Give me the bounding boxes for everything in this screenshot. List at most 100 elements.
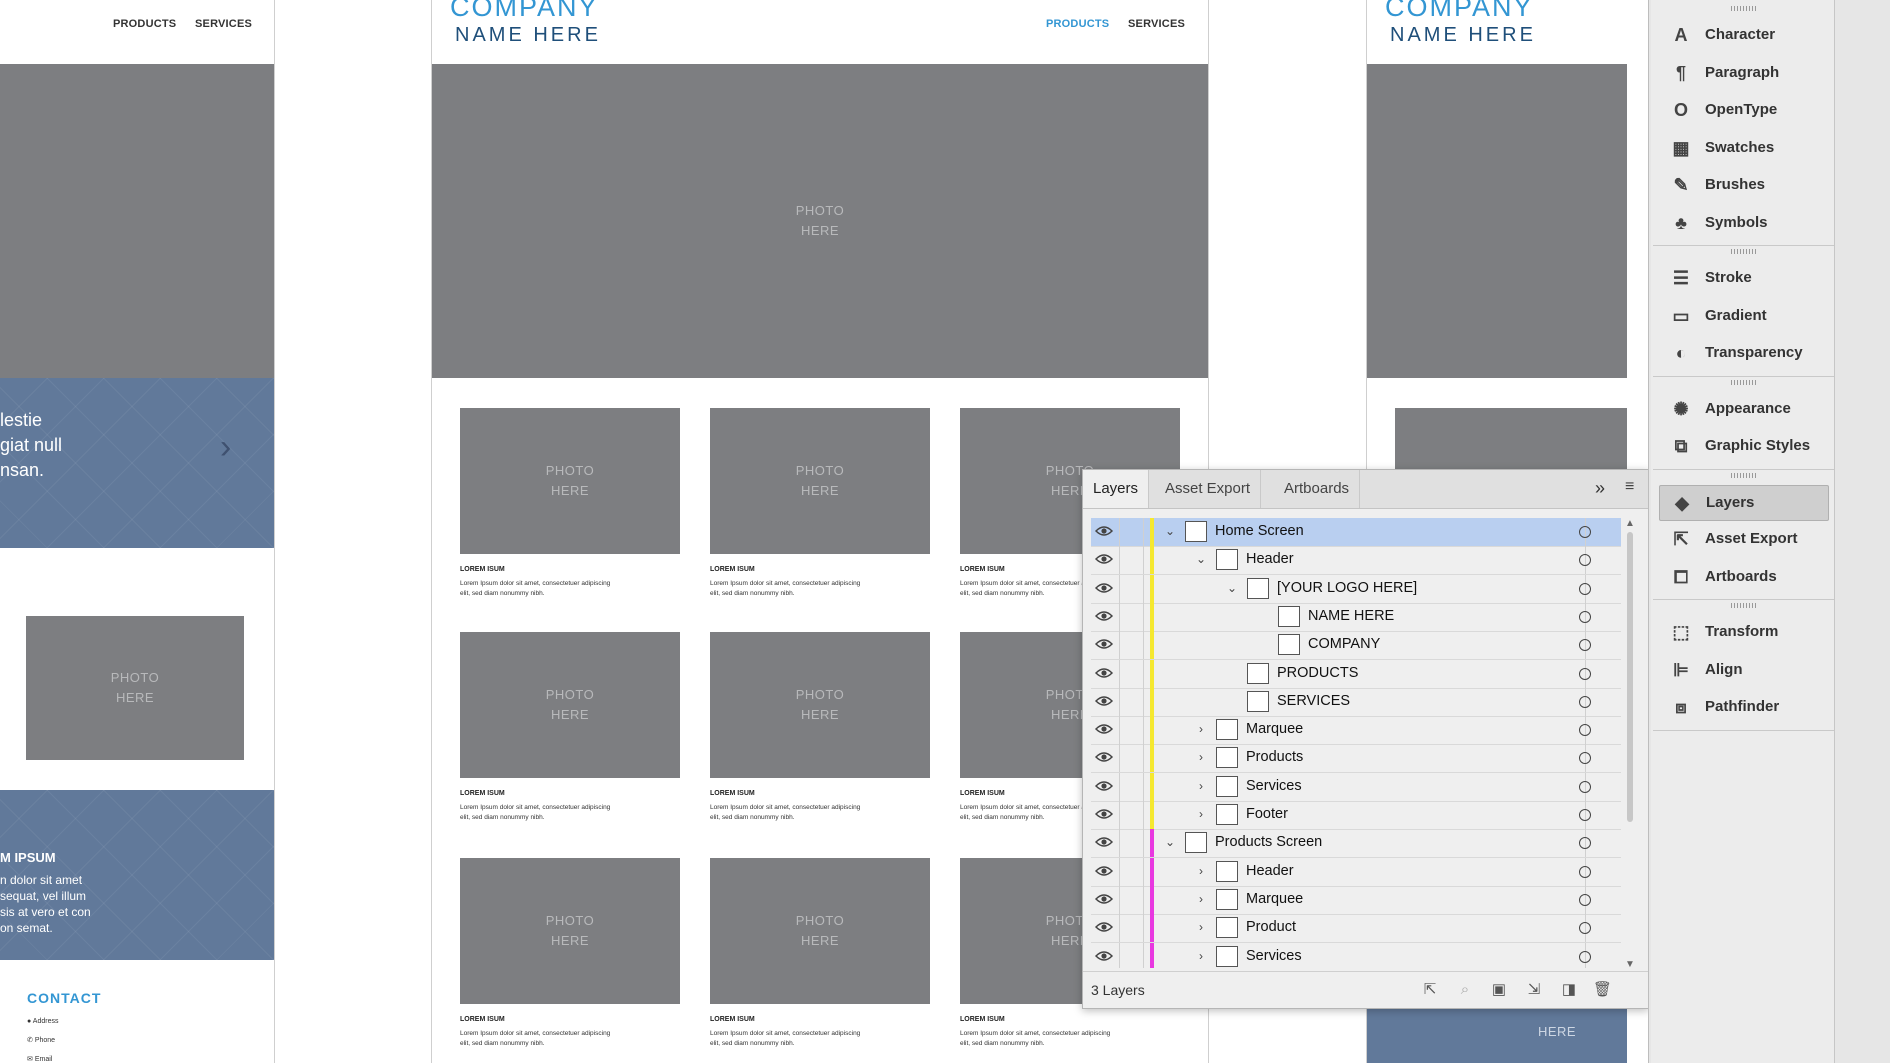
clipping-mask-icon[interactable]: ▣ xyxy=(1490,982,1508,998)
artboard-left[interactable]: PRODUCTS SERVICES lestie giat null nsan.… xyxy=(0,0,275,1063)
eye-icon[interactable] xyxy=(1094,920,1114,934)
target-circle-icon[interactable] xyxy=(1579,752,1591,765)
layer-name[interactable]: Header xyxy=(1246,551,1294,567)
eye-icon[interactable] xyxy=(1094,552,1114,566)
layer-name[interactable]: Home Screen xyxy=(1215,523,1304,539)
chevron-down-icon[interactable]: ⌄ xyxy=(1225,581,1239,595)
dock-item-character[interactable]: A Character xyxy=(1665,18,1833,52)
layer-name[interactable]: Product xyxy=(1246,919,1296,935)
layer-name[interactable]: Products Screen xyxy=(1215,834,1322,850)
dock-item-swatches[interactable]: ▦ Swatches xyxy=(1665,131,1833,165)
target-circle-icon[interactable] xyxy=(1579,922,1591,935)
nav-services[interactable]: SERVICES xyxy=(1128,18,1185,30)
eye-icon[interactable] xyxy=(1094,779,1114,793)
dock-item-paragraph[interactable]: ¶ Paragraph xyxy=(1665,56,1833,90)
dock-item-pathfinder[interactable]: ⧈ Pathfinder xyxy=(1665,690,1833,724)
target-circle-icon[interactable] xyxy=(1579,610,1591,623)
layer-name[interactable]: Footer xyxy=(1246,806,1288,822)
layer-row[interactable]: ⌄ Products Screen xyxy=(1091,829,1621,859)
chevron-down-icon[interactable]: ⌄ xyxy=(1163,835,1177,849)
panel-group-grip[interactable] xyxy=(1731,249,1757,254)
layer-row[interactable]: › Product xyxy=(1091,914,1621,944)
layer-name[interactable]: Marquee xyxy=(1246,891,1303,907)
layer-name[interactable]: Products xyxy=(1246,749,1303,765)
chevron-right-icon[interactable]: › xyxy=(1194,864,1208,878)
layer-name[interactable]: COMPANY xyxy=(1308,636,1380,652)
layer-row[interactable]: › Header xyxy=(1091,857,1621,887)
layer-list[interactable]: ⌄ Home Screen ⌄ Header ⌄ [YOUR LOGO HERE] NAME… xyxy=(1091,518,1621,968)
target-circle-icon[interactable] xyxy=(1579,526,1591,538)
layer-name[interactable]: SERVICES xyxy=(1277,693,1350,709)
dock-item-brushes[interactable]: ✎ Brushes xyxy=(1665,168,1833,202)
layer-row[interactable]: › Products xyxy=(1091,744,1621,774)
eye-icon[interactable] xyxy=(1094,609,1114,623)
chevron-right-icon[interactable]: › xyxy=(1194,920,1208,934)
chevron-right-icon[interactable]: › xyxy=(1194,722,1208,736)
layer-name[interactable]: PRODUCTS xyxy=(1277,665,1358,681)
eye-icon[interactable] xyxy=(1094,807,1114,821)
layer-name[interactable]: [YOUR LOGO HERE] xyxy=(1277,580,1417,596)
layer-row[interactable]: SERVICES xyxy=(1091,687,1621,717)
panel-group-grip[interactable] xyxy=(1731,472,1757,478)
tab-layers[interactable]: Layers xyxy=(1083,470,1150,508)
layer-name[interactable]: NAME HERE xyxy=(1308,608,1394,624)
nav-products[interactable]: PRODUCTS xyxy=(1046,18,1109,30)
chevron-right-icon[interactable]: › xyxy=(220,428,231,467)
eye-icon[interactable] xyxy=(1094,581,1114,595)
target-circle-icon[interactable] xyxy=(1579,809,1591,821)
chevron-right-icon[interactable]: › xyxy=(1194,807,1208,821)
layer-name[interactable]: Header xyxy=(1246,863,1294,879)
layer-row[interactable]: ⌄ [YOUR LOGO HERE] xyxy=(1091,574,1621,604)
layer-row[interactable]: › Services xyxy=(1091,772,1621,802)
dock-item-asset-export[interactable]: ⇱ Asset Export xyxy=(1665,522,1833,556)
dock-item-layers[interactable]: ◆ Layers xyxy=(1659,484,1829,521)
target-circle-icon[interactable] xyxy=(1579,695,1591,708)
new-sublayer-icon[interactable]: ⇲ xyxy=(1525,982,1543,998)
trash-icon[interactable]: 🗑 xyxy=(1593,982,1612,998)
target-circle-icon[interactable] xyxy=(1579,554,1591,567)
layer-name[interactable]: Marquee xyxy=(1246,721,1303,737)
target-circle-icon[interactable] xyxy=(1579,724,1591,737)
target-circle-icon[interactable] xyxy=(1579,667,1591,680)
eye-icon[interactable] xyxy=(1094,835,1114,849)
target-circle-icon[interactable] xyxy=(1579,582,1591,595)
layer-row[interactable]: PRODUCTS xyxy=(1091,659,1621,689)
dock-item-artboards[interactable]: ⧠ Artboards xyxy=(1665,560,1833,594)
tab-artboards[interactable]: Artboards xyxy=(1274,470,1361,508)
dock-item-opentype[interactable]: O OpenType xyxy=(1665,93,1833,127)
target-circle-icon[interactable] xyxy=(1579,950,1591,963)
target-circle-icon[interactable] xyxy=(1579,865,1591,878)
collapse-panel-icon[interactable]: » xyxy=(1595,478,1605,499)
eye-icon[interactable] xyxy=(1094,722,1114,736)
eye-icon[interactable] xyxy=(1094,949,1114,963)
locate-object-icon[interactable]: ⌕ xyxy=(1456,982,1474,998)
new-layer-icon[interactable]: ◨ xyxy=(1560,982,1578,998)
target-circle-icon[interactable] xyxy=(1579,837,1591,850)
layer-row[interactable]: ⌄ Header xyxy=(1091,546,1621,576)
panel-group-grip[interactable] xyxy=(1731,379,1757,385)
target-circle-icon[interactable] xyxy=(1579,639,1591,652)
layer-row[interactable]: NAME HERE xyxy=(1091,602,1621,632)
panel-group-grip[interactable] xyxy=(1731,603,1757,608)
eye-icon[interactable] xyxy=(1094,864,1114,878)
panel-menu-icon[interactable]: ≡ xyxy=(1625,478,1634,496)
panel-group-grip[interactable] xyxy=(1731,6,1757,11)
chevron-right-icon[interactable]: › xyxy=(1194,779,1208,793)
layer-row[interactable]: › Marquee xyxy=(1091,885,1621,915)
chevron-down-icon[interactable]: ⌄ xyxy=(1163,524,1177,538)
layer-name[interactable]: Services xyxy=(1246,948,1302,964)
tab-asset-export[interactable]: Asset Export xyxy=(1155,470,1262,508)
eye-icon[interactable] xyxy=(1094,637,1114,651)
dock-item-stroke[interactable]: ☰ Stroke xyxy=(1665,261,1833,295)
layer-row[interactable]: › Footer xyxy=(1091,801,1621,830)
chevron-right-icon[interactable]: › xyxy=(1194,949,1208,963)
target-circle-icon[interactable] xyxy=(1579,893,1591,906)
dock-item-gradient[interactable]: ▭ Gradient xyxy=(1665,299,1833,333)
layer-row[interactable]: ⌄ Home Screen xyxy=(1091,518,1621,547)
export-icon[interactable]: ⇱ xyxy=(1421,982,1439,998)
chevron-right-icon[interactable]: › xyxy=(1194,750,1208,764)
dock-item-graphic-styles[interactable]: ⧉ Graphic Styles xyxy=(1665,429,1833,463)
layer-row[interactable]: › Marquee xyxy=(1091,716,1621,746)
eye-icon[interactable] xyxy=(1094,524,1114,538)
eye-icon[interactable] xyxy=(1094,892,1114,906)
